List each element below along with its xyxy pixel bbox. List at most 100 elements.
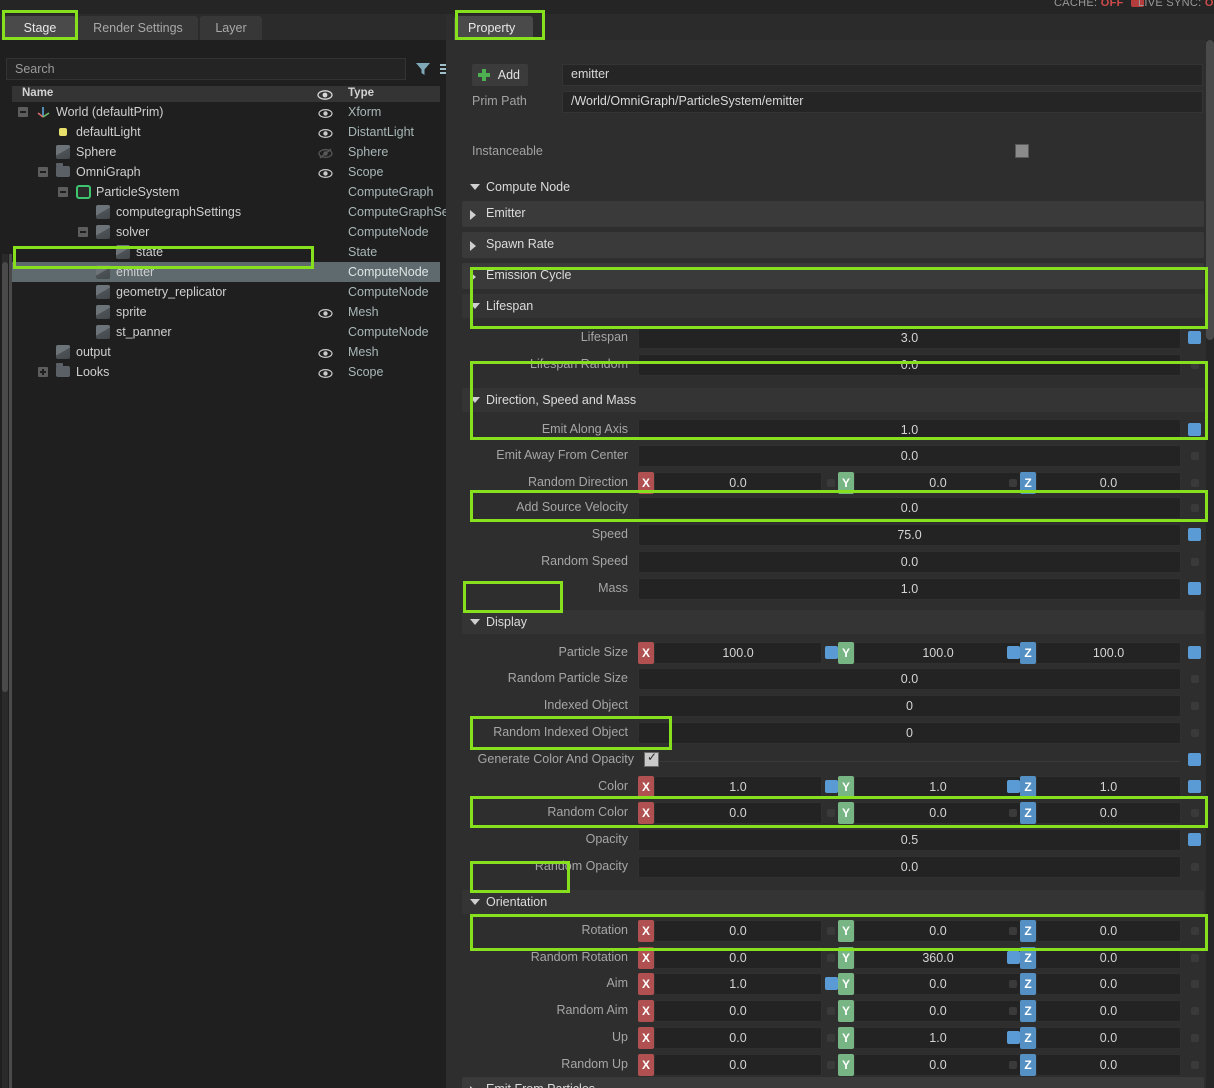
row-mass-changed-indicator[interactable]	[1188, 582, 1201, 595]
row-aim[interactable]: Aim X 1.0 Y 0.0 Z 0.0	[462, 971, 1204, 997]
row-color-y-changed-indicator[interactable]	[1007, 780, 1020, 793]
row-aim-x-changed-indicator[interactable]	[825, 977, 838, 990]
tree-item-sphere[interactable]: Sphere Sphere	[12, 142, 440, 162]
row-aim-x-field[interactable]: 1.0	[654, 973, 822, 995]
tab-render-settings[interactable]: Render Settings	[78, 16, 198, 40]
row-emit-away-from-center[interactable]: Emit Away From Center 0.0	[462, 443, 1204, 469]
stage-scrollbar-thumb[interactable]	[2, 262, 8, 692]
section-spawn-rate[interactable]: Spawn Rate	[462, 232, 1204, 258]
search-input[interactable]: Search	[6, 58, 406, 80]
section-compute-node[interactable]: Compute Node	[462, 175, 1204, 199]
row-opacity-field[interactable]: 0.5	[638, 829, 1181, 851]
row-color-x-field[interactable]: 1.0	[654, 776, 822, 798]
row-random-aim-x-field[interactable]: 0.0	[654, 1000, 822, 1022]
row-emit-along-axis-changed-indicator[interactable]	[1188, 423, 1201, 436]
section-emit-from-particles[interactable]: Emit From Particles	[462, 1077, 1204, 1088]
row-lifespan-random-field[interactable]: 0.0	[638, 354, 1181, 376]
tree-item-omnigraph[interactable]: OmniGraph Scope	[12, 162, 440, 182]
row-random-up-z-field[interactable]: 0.0	[1036, 1054, 1181, 1076]
row-rotation-z-field[interactable]: 0.0	[1036, 920, 1181, 942]
generate-color-checkbox[interactable]	[644, 750, 659, 767]
row-emit-along-axis-field[interactable]: 1.0	[638, 419, 1181, 441]
row-generate-color-and-opacity[interactable]: Generate Color And Opacity	[462, 747, 1204, 773]
row-color-z-changed-indicator[interactable]	[1188, 780, 1201, 793]
row-random-opacity[interactable]: Random Opacity 0.0	[462, 854, 1204, 880]
tree-item-geometry-replicator[interactable]: geometry_replicator ComputeNode	[12, 282, 440, 302]
row-lifespan-field[interactable]: 3.0	[638, 327, 1181, 349]
row-random-indexed-object[interactable]: Random Indexed Object 0	[462, 720, 1204, 746]
row-add-source-velocity[interactable]: Add Source Velocity 0.0	[462, 495, 1204, 521]
prim-path-field[interactable]: /World/OmniGraph/ParticleSystem/emitter	[562, 91, 1203, 113]
row-random-aim-y-changed-indicator[interactable]	[1009, 1007, 1017, 1015]
row-random-indexed-object-changed-indicator[interactable]	[1191, 729, 1199, 737]
section-lifespan[interactable]: Lifespan	[462, 294, 1204, 318]
row-generate-color-changed-indicator[interactable]	[1188, 753, 1201, 766]
row-random-direction-y-changed-indicator[interactable]	[1009, 479, 1017, 487]
row-random-direction[interactable]: Random Direction X 0.0 Y 0.0 Z 0.0	[462, 470, 1204, 496]
row-opacity-changed-indicator[interactable]	[1188, 833, 1201, 846]
row-color[interactable]: Color X 1.0 Y 1.0 Z 1.0	[462, 774, 1204, 800]
row-opacity[interactable]: Opacity 0.5	[462, 827, 1204, 853]
row-random-color-x-changed-indicator[interactable]	[827, 809, 835, 817]
row-random-speed-field[interactable]: 0.0	[638, 551, 1181, 573]
row-random-aim[interactable]: Random Aim X 0.0 Y 0.0 Z 0.0	[462, 998, 1204, 1024]
row-random-aim-x-changed-indicator[interactable]	[827, 1007, 835, 1015]
row-random-color-z-field[interactable]: 0.0	[1036, 802, 1181, 824]
tree-expander-minus-icon[interactable]	[58, 187, 68, 197]
row-particle-size-z-field[interactable]: 100.0	[1036, 642, 1181, 664]
row-particle-size-x-changed-indicator[interactable]	[825, 646, 838, 659]
row-random-speed-changed-indicator[interactable]	[1191, 558, 1199, 566]
row-random-rotation-x-field[interactable]: 0.0	[654, 947, 822, 969]
row-random-color-x-field[interactable]: 0.0	[654, 802, 822, 824]
row-particle-size-y-changed-indicator[interactable]	[1007, 646, 1020, 659]
prim-name-field[interactable]: emitter	[562, 64, 1203, 86]
row-up-y-changed-indicator[interactable]	[1007, 1031, 1020, 1044]
row-rotation[interactable]: Rotation X 0.0 Y 0.0 Z 0.0	[462, 918, 1204, 944]
row-aim-y-field[interactable]: 0.0	[854, 973, 1022, 995]
row-random-aim-z-field[interactable]: 0.0	[1036, 1000, 1181, 1022]
row-up-z-field[interactable]: 0.0	[1036, 1027, 1181, 1049]
row-random-speed[interactable]: Random Speed 0.0	[462, 549, 1204, 575]
row-random-aim-z-changed-indicator[interactable]	[1191, 1007, 1199, 1015]
row-particle-size[interactable]: Particle Size X 100.0 Y 100.0 Z 100.0	[462, 640, 1204, 666]
row-random-particle-size-changed-indicator[interactable]	[1191, 675, 1199, 683]
row-color-x-changed-indicator[interactable]	[825, 780, 838, 793]
row-random-opacity-changed-indicator[interactable]	[1191, 863, 1199, 871]
tab-stage[interactable]: Stage	[4, 16, 76, 40]
section-direction-speed-mass[interactable]: Direction, Speed and Mass	[462, 388, 1204, 412]
row-random-direction-x-changed-indicator[interactable]	[827, 479, 835, 487]
row-mass-field[interactable]: 1.0	[638, 578, 1181, 600]
property-scrollbar-thumb[interactable]	[1206, 40, 1214, 340]
row-rotation-y-changed-indicator[interactable]	[1009, 927, 1017, 935]
row-random-rotation-y-field[interactable]: 360.0	[854, 947, 1022, 969]
add-property-button[interactable]: Add	[472, 64, 528, 86]
row-up-z-changed-indicator[interactable]	[1191, 1034, 1199, 1042]
section-display[interactable]: Display	[462, 610, 1204, 634]
row-emit-away-from-center-field[interactable]: 0.0	[638, 445, 1181, 467]
row-up-y-field[interactable]: 1.0	[854, 1027, 1022, 1049]
instanceable-checkbox[interactable]	[1015, 144, 1029, 158]
row-random-direction-z-field[interactable]: 0.0	[1036, 472, 1181, 494]
row-random-up[interactable]: Random Up X 0.0 Y 0.0 Z 0.0	[462, 1052, 1204, 1078]
row-emit-away-from-center-changed-indicator[interactable]	[1191, 452, 1199, 460]
tree-item-solver[interactable]: solver ComputeNode	[12, 222, 440, 242]
row-random-up-y-field[interactable]: 0.0	[854, 1054, 1022, 1076]
row-add-source-velocity-changed-indicator[interactable]	[1191, 504, 1199, 512]
row-random-rotation-z-field[interactable]: 0.0	[1036, 947, 1181, 969]
row-random-rotation[interactable]: Random Rotation X 0.0 Y 360.0 Z 0.0	[462, 945, 1204, 971]
row-up-x-field[interactable]: 0.0	[654, 1027, 822, 1049]
tree-item-sprite[interactable]: sprite Mesh	[12, 302, 440, 322]
tab-layer[interactable]: Layer	[200, 16, 262, 40]
row-random-rotation-y-changed-indicator[interactable]	[1007, 951, 1020, 964]
tree-item-particlesystem[interactable]: ParticleSystem ComputeGraph	[12, 182, 440, 202]
section-orientation[interactable]: Orientation	[462, 890, 1204, 914]
row-color-z-field[interactable]: 1.0	[1036, 776, 1181, 798]
row-aim-z-changed-indicator[interactable]	[1191, 980, 1199, 988]
tree-expander-minus-icon[interactable]	[38, 167, 48, 177]
tree-item-emitter[interactable]: emitter ComputeNode	[12, 262, 440, 282]
tree-item-world-defaultprim[interactable]: World (defaultPrim) Xform	[12, 102, 440, 122]
row-random-opacity-field[interactable]: 0.0	[638, 856, 1181, 878]
row-indexed-object-changed-indicator[interactable]	[1191, 702, 1199, 710]
row-rotation-z-changed-indicator[interactable]	[1191, 927, 1199, 935]
row-random-color[interactable]: Random Color X 0.0 Y 0.0 Z 0.0	[462, 800, 1204, 826]
